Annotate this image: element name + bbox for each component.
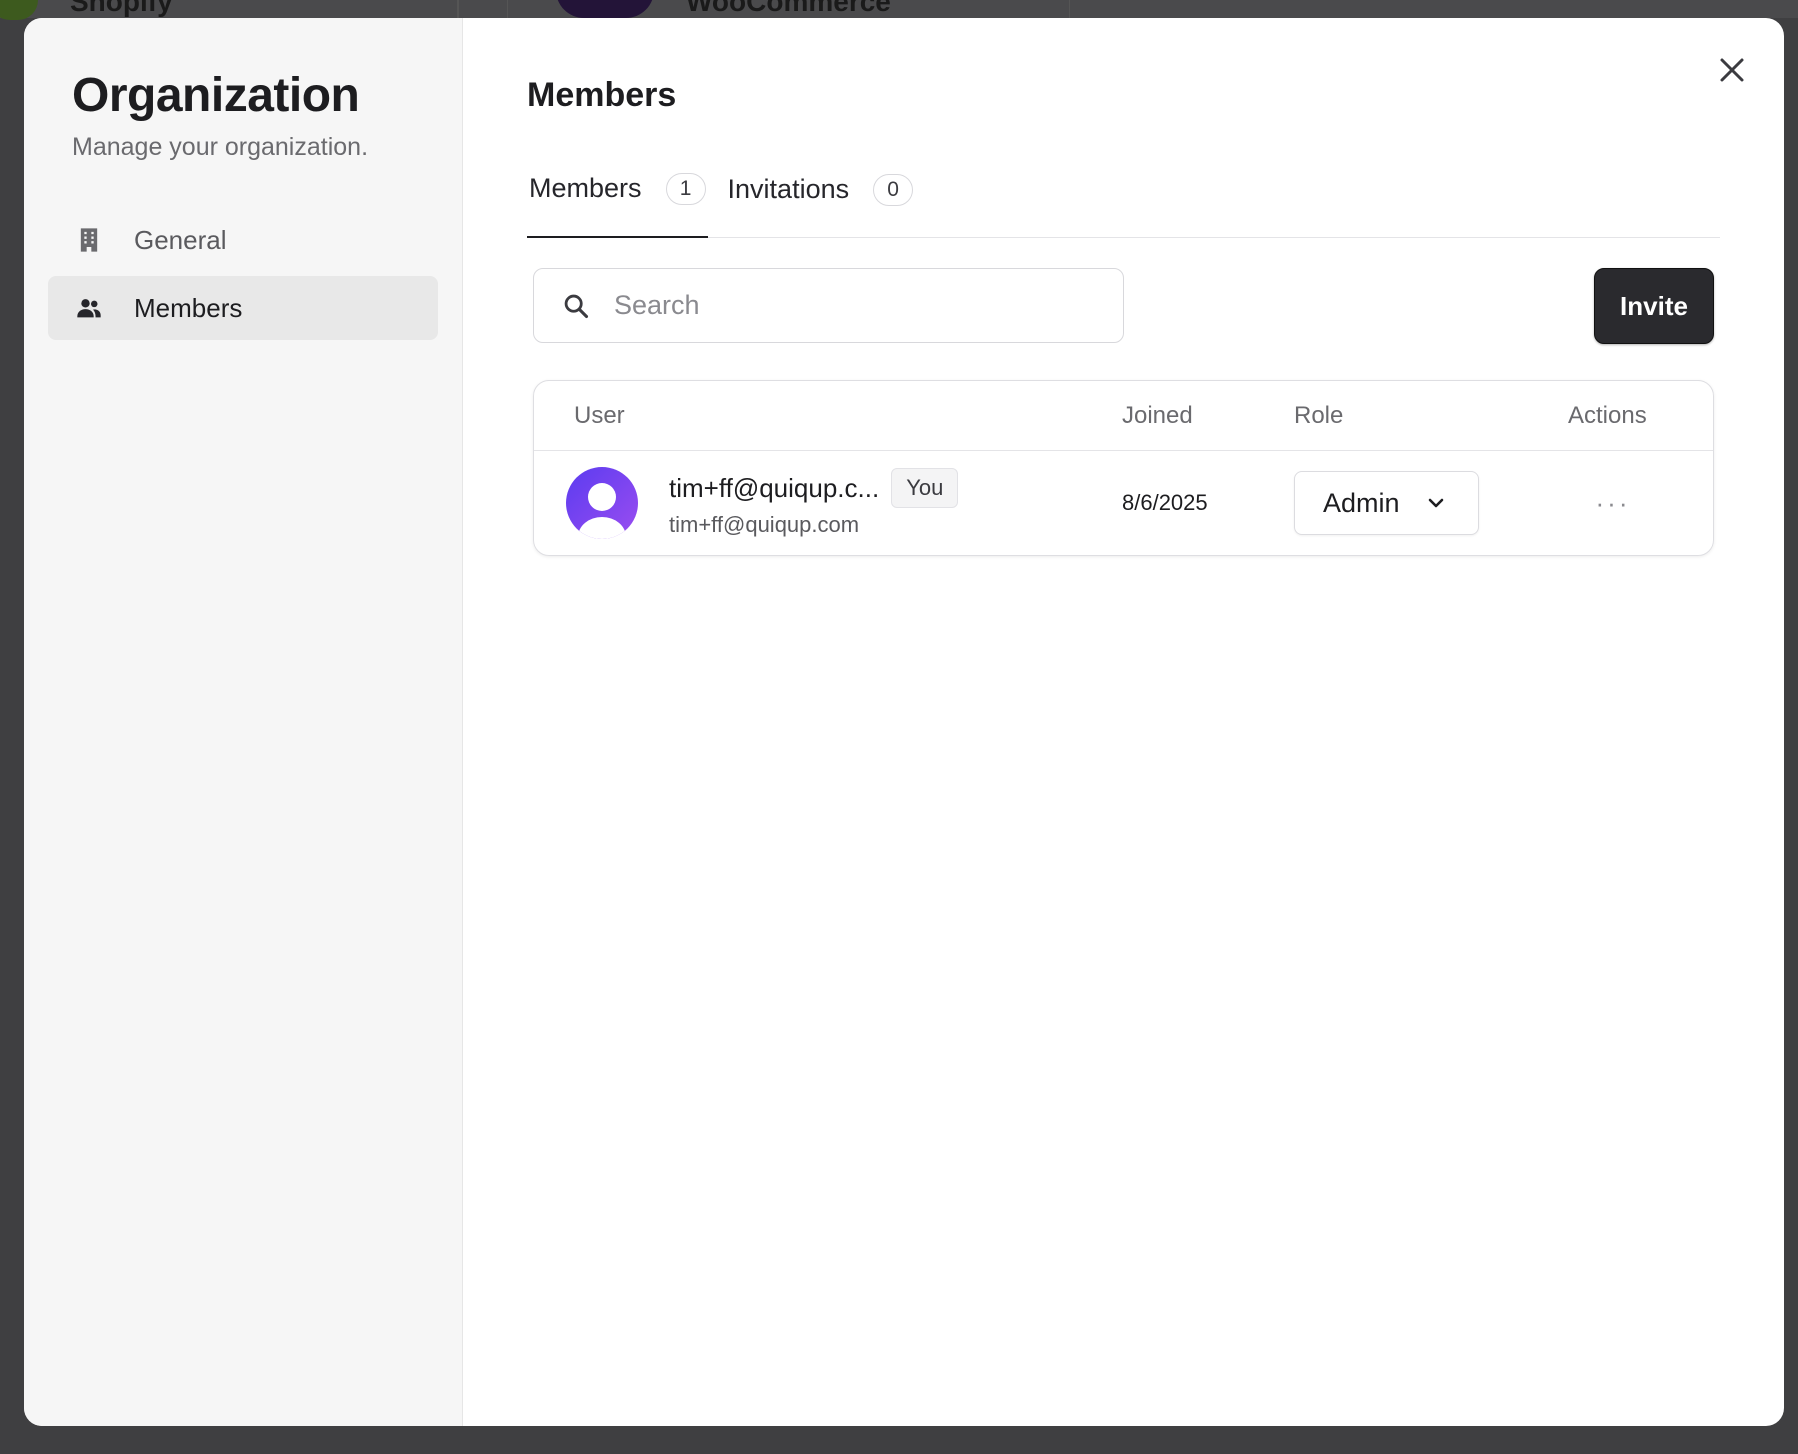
main-panel: Members Members 1 Invitations 0 Invite [463,18,1784,1426]
column-header-user: User [574,401,625,429]
toolbar: Invite [527,268,1720,344]
background-divider [457,0,459,18]
sidebar-subtitle: Manage your organization. [72,133,369,161]
search-input[interactable] [614,290,1074,321]
avatar [566,467,638,539]
search-box [533,268,1124,343]
avatar-head-shape [588,483,616,511]
user-name-line: tim+ff@quiqup.c... You [669,468,959,508]
background-app: Shopify WooCommerce [0,0,1798,20]
sidebar-item-general[interactable]: General [48,208,438,272]
tab-invitations[interactable]: Invitations 0 [726,165,916,238]
shopify-logo [0,0,38,20]
joined-cell: 8/6/2025 [1122,490,1294,516]
user-name: tim+ff@quiqup.c... [669,472,880,503]
background-app-title: Shopify [70,0,173,17]
tab-label: Invitations [727,174,850,204]
chevron-down-icon [1428,498,1444,508]
organization-modal: Organization Manage your organization. G… [24,18,1784,1426]
role-value: Admin [1323,487,1400,518]
user-info: tim+ff@quiqup.c... You tim+ff@quiqup.com [669,468,959,538]
sidebar-item-label: General [134,224,227,255]
search-icon [564,294,589,318]
users-icon [74,293,104,323]
close-button[interactable] [1712,50,1752,90]
column-header-joined: Joined [1122,401,1193,429]
column-header-actions: Actions [1568,401,1647,429]
avatar-body-shape [578,517,626,539]
invite-button[interactable]: Invite [1594,268,1714,344]
role-select[interactable]: Admin [1294,471,1479,535]
tab-count-badge: 1 [665,172,706,205]
joined-date: 8/6/2025 [1122,490,1208,515]
close-icon [1720,58,1744,82]
tab-count-badge: 0 [873,173,914,206]
sidebar-item-label: Members [134,292,243,323]
column-header-role: Role [1294,401,1344,429]
user-cell: tim+ff@quiqup.c... You tim+ff@quiqup.com [534,467,1122,539]
tab-members[interactable]: Members 1 [527,165,708,238]
page-title: Members [527,76,677,114]
building-icon [74,225,104,255]
table-header: User Joined Role Actions [534,381,1713,451]
members-table: User Joined Role Actions tim+ff@quiqup.c… [533,380,1714,556]
tab-label: Members [529,173,642,203]
you-badge: You [891,468,959,508]
sidebar-item-members[interactable]: Members [48,276,438,340]
sidebar-nav: General Members [48,208,438,340]
sidebar-title: Organization [72,69,360,122]
tabs: Members 1 Invitations 0 [527,165,1720,238]
table-row: tim+ff@quiqup.c... You tim+ff@quiqup.com… [534,451,1713,555]
actions-cell: ··· [1568,488,1713,518]
background-app-title: WooCommerce [686,0,891,17]
role-cell: Admin [1294,471,1568,535]
more-actions-button[interactable]: ··· [1588,488,1638,518]
user-email: tim+ff@quiqup.com [669,512,860,537]
sidebar: Organization Manage your organization. G… [24,18,463,1426]
